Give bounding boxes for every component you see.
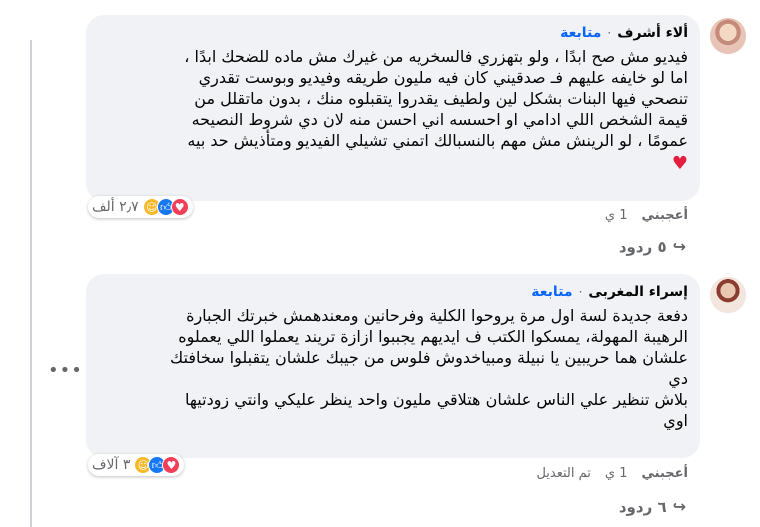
- reaction-count: ٣ آلاف: [92, 457, 131, 473]
- love-icon: ♥: [170, 198, 189, 216]
- replies-label: ٦ ردود: [618, 497, 667, 516]
- follow-button[interactable]: متابعة: [531, 284, 572, 300]
- comment-time[interactable]: 1 ي: [605, 208, 628, 223]
- comment-time[interactable]: 1 ي: [605, 466, 628, 481]
- reaction-icons: ☺ 👍︎ ♥: [134, 456, 181, 474]
- love-icon: ♥: [162, 456, 181, 474]
- edited-label: تم التعديل: [536, 466, 591, 481]
- reply-arrow-icon: ↪: [672, 497, 686, 516]
- comment-header: إسراء المغربى · متابعة: [98, 282, 688, 302]
- reaction-summary[interactable]: ٣ آلاف ☺ 👍︎ ♥: [88, 454, 185, 476]
- like-action[interactable]: أعجبني: [642, 208, 688, 223]
- view-replies[interactable]: ↪ ٥ ردود: [619, 237, 686, 256]
- comment-bubble: إسراء المغربى · متابعة دفعة جديدة لسة او…: [86, 274, 700, 458]
- avatar[interactable]: [710, 277, 746, 313]
- heart-emoji: ♥: [671, 153, 688, 174]
- comment-author[interactable]: ألاء أشرف: [617, 25, 688, 41]
- comment-meta: أعجبني 1 ي: [605, 208, 688, 223]
- view-replies[interactable]: ↪ ٦ ردود: [619, 497, 686, 516]
- replies-label: ٥ ردود: [618, 237, 667, 256]
- like-action[interactable]: أعجبني: [642, 466, 688, 481]
- comment-bubble: ألاء أشرف · متابعة فيديو مش صح ابدًا ، و…: [86, 15, 700, 201]
- separator-dot: ·: [578, 285, 583, 299]
- reaction-count: ٢٫٧ ألف: [92, 199, 139, 215]
- separator-dot: ·: [607, 26, 612, 40]
- thread-line: [30, 40, 32, 527]
- comment-text: دفعة جديدة لسة اول مرة يروحوا الكلية وفر…: [170, 306, 688, 430]
- reaction-summary[interactable]: ٢٫٧ ألف ☺ 👍︎ ♥: [88, 196, 193, 218]
- comment-meta: أعجبني 1 ي تم التعديل: [536, 466, 688, 481]
- avatar[interactable]: [710, 18, 746, 54]
- follow-button[interactable]: متابعة: [560, 25, 601, 41]
- more-options-button[interactable]: •••: [48, 360, 83, 381]
- comment-header: ألاء أشرف · متابعة: [98, 23, 688, 43]
- reply-arrow-icon: ↪: [672, 237, 686, 256]
- comment-text: فيديو مش صح ابدًا ، ولو بتهزري فالسخريه …: [184, 47, 688, 150]
- comment-author[interactable]: إسراء المغربى: [588, 284, 688, 300]
- reaction-icons: ☺ 👍︎ ♥: [142, 198, 189, 216]
